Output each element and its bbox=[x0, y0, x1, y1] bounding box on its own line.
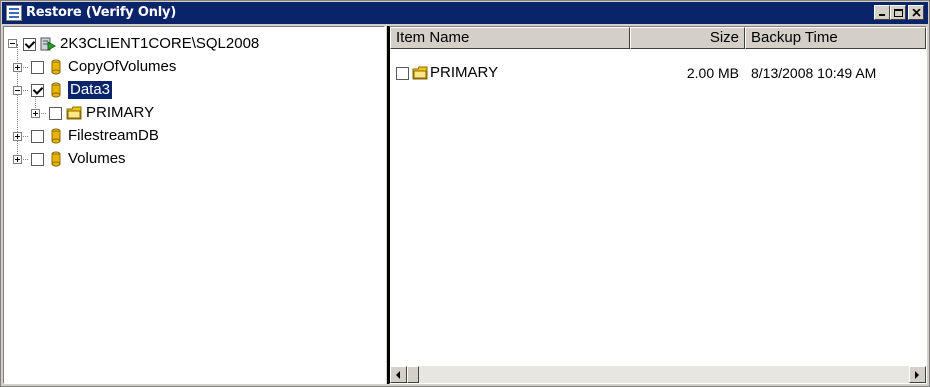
close-icon bbox=[912, 9, 921, 17]
scroll-left-button[interactable] bbox=[390, 366, 407, 383]
restore-window: Restore (Verify Only) 2K3CLIENT1CORE\SQL… bbox=[0, 0, 930, 387]
database-icon bbox=[51, 59, 61, 75]
tree-node-label-selected: Data3 bbox=[66, 80, 114, 100]
horizontal-scrollbar[interactable] bbox=[390, 366, 926, 383]
tree-item-volumes[interactable]: Volumes bbox=[13, 148, 126, 170]
database-icon bbox=[51, 128, 61, 144]
close-button[interactable] bbox=[908, 5, 924, 20]
row-backup-time: 8/13/2008 10:49 AM bbox=[751, 65, 877, 81]
tree-item-copyofvolumes[interactable]: CopyOfVolumes bbox=[13, 56, 177, 78]
collapse-toggle[interactable] bbox=[8, 39, 17, 48]
expand-toggle[interactable] bbox=[13, 155, 22, 164]
row-checkbox[interactable] bbox=[396, 66, 409, 80]
column-header-size[interactable]: Size bbox=[630, 27, 745, 49]
tree-node-label: 2K3CLIENT1CORE\SQL2008 bbox=[60, 35, 260, 52]
folder-icon bbox=[66, 106, 82, 120]
row-item-name: PRIMARY bbox=[430, 64, 499, 81]
maximize-button[interactable] bbox=[890, 5, 906, 20]
row-size: 2.00 MB bbox=[686, 65, 739, 81]
database-tree[interactable]: 2K3CLIENT1CORE\SQL2008 CopyOfVolumes Dat… bbox=[3, 26, 385, 384]
database-icon bbox=[51, 151, 61, 167]
server-icon bbox=[40, 37, 56, 51]
tree-root-server[interactable]: 2K3CLIENT1CORE\SQL2008 bbox=[8, 33, 259, 55]
tree-item-primary[interactable]: PRIMARY bbox=[31, 102, 155, 124]
folder-icon bbox=[412, 66, 428, 80]
tree-node-label: CopyOfVolumes bbox=[68, 58, 177, 75]
maximize-icon bbox=[894, 9, 903, 17]
content-area: 2K3CLIENT1CORE\SQL2008 CopyOfVolumes Dat… bbox=[3, 26, 927, 384]
expand-toggle[interactable] bbox=[13, 63, 22, 72]
tree-checkbox[interactable] bbox=[31, 129, 44, 143]
tree-checkbox[interactable] bbox=[23, 37, 36, 51]
item-list[interactable]: Item Name Size Backup Time PRIMARY 2.00 … bbox=[389, 26, 927, 384]
tree-checkbox[interactable] bbox=[31, 152, 44, 166]
list-header: Item Name Size Backup Time bbox=[390, 27, 926, 49]
column-header-item-name[interactable]: Item Name bbox=[390, 27, 630, 49]
tree-node-label: PRIMARY bbox=[86, 104, 155, 121]
tree-item-data3[interactable]: Data3 bbox=[13, 79, 114, 101]
scroll-right-button[interactable] bbox=[909, 366, 926, 383]
arrow-left-icon bbox=[396, 371, 400, 379]
scrollbar-thumb[interactable] bbox=[407, 366, 419, 383]
collapse-toggle[interactable] bbox=[13, 86, 22, 95]
arrow-right-icon bbox=[915, 371, 919, 379]
tree-item-filestreamdb[interactable]: FilestreamDB bbox=[13, 125, 159, 147]
expand-toggle[interactable] bbox=[31, 109, 40, 118]
database-icon bbox=[51, 82, 61, 98]
tree-checkbox[interactable] bbox=[31, 60, 44, 74]
title-bar[interactable]: Restore (Verify Only) bbox=[2, 2, 928, 24]
tree-line bbox=[17, 44, 18, 160]
minimize-icon bbox=[879, 14, 885, 16]
tree-node-label: Volumes bbox=[68, 150, 126, 167]
column-header-backup-time[interactable]: Backup Time bbox=[745, 27, 926, 49]
minimize-button[interactable] bbox=[874, 5, 890, 20]
restore-app-icon bbox=[6, 5, 22, 21]
tree-checkbox[interactable] bbox=[49, 106, 62, 120]
window-title: Restore (Verify Only) bbox=[26, 5, 177, 20]
tree-node-label: FilestreamDB bbox=[68, 127, 159, 144]
tree-checkbox[interactable] bbox=[31, 83, 44, 97]
expand-toggle[interactable] bbox=[13, 132, 22, 141]
